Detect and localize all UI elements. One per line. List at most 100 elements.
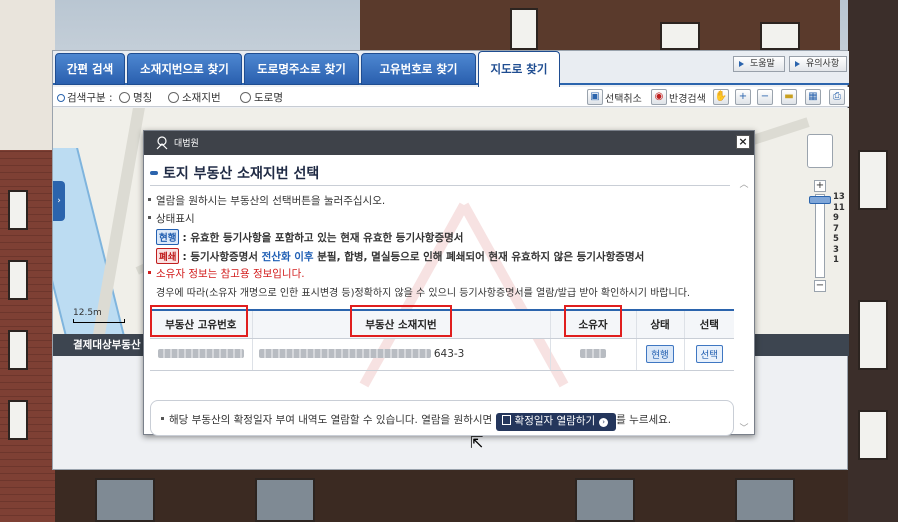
tab-by-road-address[interactable]: 도로명주소로 찾기	[244, 53, 359, 85]
compass-icon[interactable]	[807, 134, 833, 168]
zoom-out-icon[interactable]: −	[757, 89, 773, 105]
court-logo-icon	[156, 136, 168, 150]
search-icon	[57, 94, 65, 102]
window	[660, 22, 700, 50]
panel-toggle-handle[interactable]: ›	[53, 181, 65, 221]
close-button[interactable]: ×	[736, 135, 750, 149]
bullet	[148, 216, 151, 219]
tab-bar: 간편 검색 소재지번으로 찾기 도로명주소로 찾기 고유번호로 찾기 지도로 찾…	[53, 51, 849, 87]
window	[8, 260, 28, 300]
radio-circle[interactable]	[168, 92, 179, 103]
owner-note-text: 소유자 정보는 참고용 정보입니다.	[156, 268, 305, 280]
view-confirm-date-button[interactable]: 확정일자 열람하기 ›	[495, 413, 617, 431]
map-toolbar: 검색구분 : 명칭 소재지번 도로명 ▣ 선택취소 ◉ 반경검색 ✋ + − ▬…	[53, 87, 849, 107]
current-badge: 현행	[156, 229, 180, 245]
cell-select: 선택	[683, 338, 734, 371]
window	[735, 478, 795, 522]
current-status-line: 현행: 유효한 등기사항을 포함하고 있는 현재 유효한 등기사항증명서	[156, 229, 463, 245]
instruction-text: 열람을 원하시는 부동산의 선택버튼을 눌러주십시오.	[156, 195, 386, 207]
scale-bar	[73, 319, 125, 323]
zoom-slider-track[interactable]	[815, 194, 825, 278]
select-button[interactable]: 선택	[695, 345, 723, 363]
title-divider	[150, 185, 730, 186]
closed-badge: 폐쇄	[156, 248, 180, 264]
dialog-title-text: 토지 부동산 소재지번 선택	[163, 166, 320, 182]
status-badge: 현행	[646, 345, 674, 363]
window	[8, 330, 28, 370]
map-scale: 12.5m	[73, 308, 125, 323]
ruler-icon[interactable]: ▬	[781, 89, 797, 105]
dialog-title: 토지 부동산 소재지번 선택	[150, 163, 319, 183]
notice-text-after: 를 누르세요.	[616, 414, 672, 426]
deselect-icon[interactable]: ▣	[587, 89, 603, 105]
cell-status: 현행	[635, 338, 684, 371]
mouse-cursor-icon: ⇱	[470, 433, 484, 452]
window	[760, 22, 800, 50]
redacted-text	[258, 349, 431, 358]
dialog-body: 토지 부동산 소재지번 선택 열람을 원하시는 부동산의 선택버튼을 눌러주십시…	[144, 155, 754, 436]
arrow-right-icon: ›	[599, 418, 609, 427]
tab-simple-search[interactable]: 간편 검색	[55, 53, 125, 85]
search-type-text: 검색구분 :	[67, 92, 113, 104]
radio-road-label: 도로명	[254, 92, 283, 104]
instruction-line: 열람을 원하시는 부동산의 선택버튼을 눌러주십시오.	[148, 193, 385, 208]
building-bottom	[55, 470, 848, 522]
window	[95, 478, 155, 522]
deselect-button[interactable]: 선택취소	[605, 90, 642, 105]
title-bullet	[150, 171, 158, 175]
confirm-date-notice: 해당 부동산의 확정일자 부여 내역도 열람할 수 있습니다. 열람을 원하시면…	[150, 400, 734, 436]
zoom-level: 13	[833, 192, 845, 202]
view-confirm-date-label: 확정일자 열람하기	[514, 415, 596, 427]
zoom-slider-handle[interactable]	[809, 196, 831, 204]
zoom-level: 3	[833, 244, 839, 255]
window	[575, 478, 635, 522]
tab-by-lot-number[interactable]: 소재지번으로 찾기	[127, 53, 242, 85]
radius-search-button[interactable]: 반경검색	[669, 90, 706, 105]
cell-address: 643-3	[251, 338, 550, 371]
zoom-level: 5	[833, 234, 839, 244]
window	[858, 150, 888, 210]
notes-button[interactable]: 유의사항	[789, 56, 847, 72]
col-status: 상태	[635, 309, 684, 339]
zoom-level-labels: 13 11 9 7 5 3 1	[833, 192, 845, 266]
radio-road[interactable]: 도로명	[240, 90, 283, 105]
change-note-line: 경우에 따라(소유자 개명으로 인한 표시변경 등)정확하지 않을 수 있으니 …	[156, 288, 691, 299]
court-name: 대법원	[174, 139, 199, 149]
radio-lot-label: 소재지번	[182, 92, 221, 104]
col-select: 선택	[683, 309, 734, 339]
tab-by-map[interactable]: 지도로 찾기	[478, 51, 560, 87]
hand-icon[interactable]: ✋	[713, 89, 729, 105]
bullet	[161, 417, 164, 420]
window	[510, 8, 538, 50]
redacted-text	[157, 349, 244, 358]
radius-search-icon[interactable]: ◉	[651, 89, 667, 105]
radio-lot[interactable]: 소재지번	[168, 90, 221, 105]
notice-text-before: 해당 부동산의 확정일자 부여 내역도 열람할 수 있습니다. 열람을 원하시면	[169, 414, 493, 426]
current-desc: : 유효한 등기사항을 포함하고 있는 현재 유효한 등기사항증명서	[182, 232, 464, 244]
window	[8, 190, 28, 230]
status-header-text: 상태표시	[156, 213, 195, 225]
radio-circle[interactable]	[240, 92, 251, 103]
zoom-level: 7	[833, 223, 839, 234]
zoom-in-icon[interactable]: +	[735, 89, 751, 105]
radio-name[interactable]: 명칭	[119, 90, 152, 105]
zoom-plus-icon[interactable]: +	[814, 180, 826, 192]
closed-desc-c: 분필, 합병, 멸실등으로 인해 폐쇄되어 현재 유효하지 않은 등기사항증명서	[313, 251, 645, 263]
notice-text: 해당 부동산의 확정일자 부여 내역도 열람할 수 있습니다. 열람을 원하시면…	[161, 412, 671, 431]
area-icon[interactable]: ▦	[805, 89, 821, 105]
scroll-up-icon[interactable]: ︿	[738, 179, 750, 191]
dialog-scrollbar[interactable]: ︿ ﹀	[738, 179, 750, 435]
print-icon[interactable]: ⎙	[829, 89, 845, 105]
bullet	[148, 198, 151, 201]
help-button[interactable]: 도움말	[733, 56, 785, 72]
tab-by-unique-number[interactable]: 고유번호로 찾기	[361, 53, 476, 85]
radio-circle[interactable]	[119, 92, 130, 103]
scroll-down-icon[interactable]: ﹀	[738, 423, 750, 435]
window	[858, 410, 888, 460]
highlight-box-owner	[564, 305, 622, 337]
redacted-text	[580, 349, 606, 358]
cell-owner	[549, 338, 636, 371]
zoom-minus-icon[interactable]: −	[814, 280, 826, 292]
highlight-box-address	[350, 305, 452, 337]
zoom-level: 1	[833, 255, 839, 265]
